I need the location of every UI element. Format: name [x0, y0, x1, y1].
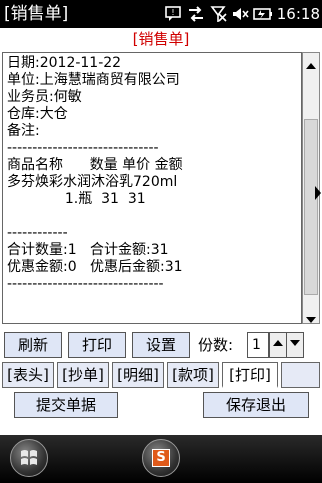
sync-arrows-icon[interactable] [187, 5, 205, 23]
receipt-line: 1.瓶 31 31 [7, 191, 146, 207]
side-arrow-icon[interactable] [314, 184, 322, 202]
window-title[interactable]: [销售单] [4, 3, 68, 25]
clock[interactable]: 16:18 [277, 5, 320, 23]
print-button[interactable]: 打印 [68, 332, 126, 358]
arrow-down-icon [290, 340, 300, 346]
receipt-line: 商品名称 数量 单价 金额 [7, 157, 183, 173]
receipt-line: 日期:2012-11-22 [7, 55, 122, 71]
sogou-icon: S [152, 449, 170, 467]
mute-speaker-icon[interactable] [231, 5, 249, 23]
copies-label: 份数: [198, 336, 234, 354]
decrement-copies-button[interactable] [286, 332, 304, 358]
settings-button[interactable]: 设置 [132, 332, 190, 358]
start-button[interactable] [10, 439, 48, 477]
receipt-line: 单位:上海慧瑞商贸有限公司 [7, 72, 180, 88]
receipt-line: 业务员:何敏 [7, 89, 82, 105]
scroll-down-icon[interactable] [305, 310, 317, 323]
receipt-line: 备注: [7, 123, 40, 139]
save-exit-button[interactable]: 保存退出 [203, 392, 309, 418]
spacer [0, 420, 322, 435]
receipt-line: 多芬焕彩水润沐浴乳720ml [7, 174, 178, 190]
receipt-line: ------------------------------- [7, 276, 164, 292]
receipt-line: ------------------------------ [7, 140, 159, 156]
tab-header[interactable]: [表头] [2, 362, 54, 388]
tab-copy-order[interactable]: [抄单] [57, 362, 109, 388]
action-bar: 提交单据 保存退出 [0, 390, 322, 420]
chat-icon[interactable]: ! [164, 5, 183, 23]
page-title: [销售单] [0, 28, 322, 50]
toolbar: 刷新 打印 设置 份数: 1 [0, 330, 322, 360]
scroll-thumb[interactable] [304, 119, 318, 295]
receipt-line: 优惠金额:0 优惠后金额:31 [7, 259, 183, 275]
arrow-up-icon [273, 340, 283, 346]
tab-payments[interactable]: [款项] [167, 362, 219, 388]
tab-empty[interactable] [281, 362, 320, 388]
refresh-button[interactable]: 刷新 [4, 332, 62, 358]
increment-copies-button[interactable] [269, 332, 287, 358]
svg-text:!: ! [171, 8, 174, 17]
taskbar: S [0, 435, 322, 483]
receipt-line [7, 208, 301, 225]
receipt-line: ------------ [7, 225, 68, 241]
tab-bar: [表头] [抄单] [明细] [款项] [打印] [0, 362, 322, 390]
tab-details[interactable]: [明细] [112, 362, 164, 388]
receipt-line: 仓库:大仓 [7, 106, 68, 122]
status-bar: [销售单] ! 16:18 [0, 0, 322, 28]
scroll-up-icon[interactable] [305, 56, 317, 69]
tab-print[interactable]: [打印] [222, 362, 278, 388]
receipt-line: 合计数量:1 合计金额:31 [7, 242, 169, 258]
windows-logo-icon [21, 450, 37, 465]
no-signal-icon[interactable] [209, 5, 227, 23]
copies-input[interactable]: 1 [247, 332, 269, 358]
input-method-button[interactable]: S [142, 439, 180, 477]
submit-button[interactable]: 提交单据 [14, 392, 118, 418]
receipt-preview[interactable]: 日期:2012-11-22 单位:上海慧瑞商贸有限公司 业务员:何敏 仓库:大仓 备注:… [2, 52, 302, 324]
battery-charging-icon[interactable] [252, 5, 272, 23]
